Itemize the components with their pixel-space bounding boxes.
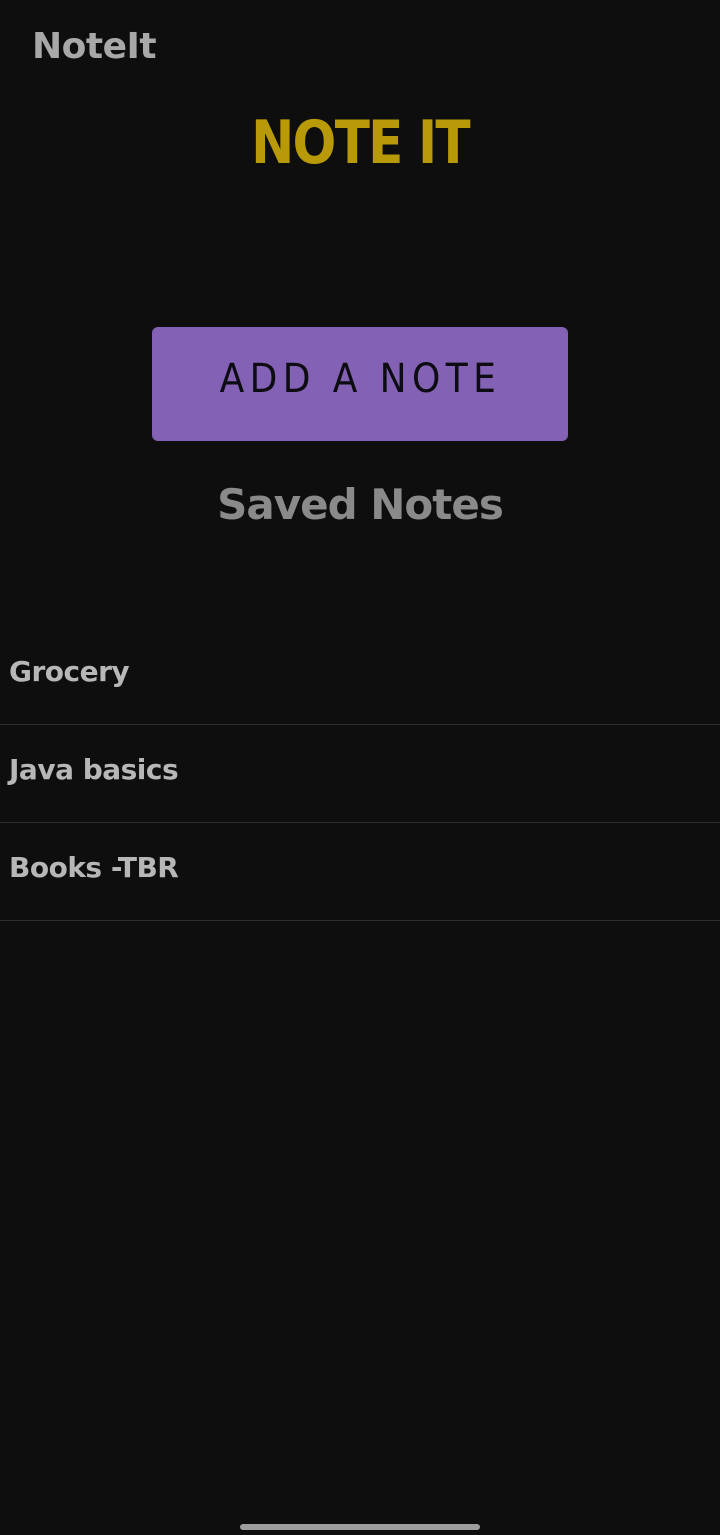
saved-notes-heading: Saved Notes (217, 480, 504, 529)
note-title: Books -TBR (9, 851, 179, 884)
note-list-item-books-tbr[interactable]: Books -TBR (0, 823, 720, 921)
note-list-item-java-basics[interactable]: Java basics (0, 725, 720, 823)
saved-notes-list: Grocery Java basics Books -TBR (0, 627, 720, 921)
note-title: Grocery (9, 655, 130, 688)
note-list-item-grocery[interactable]: Grocery (0, 627, 720, 725)
note-title: Java basics (9, 753, 179, 786)
hero-title: NOTE IT (251, 108, 471, 178)
add-note-button-label: ADD A NOTE (219, 356, 501, 402)
app-bar-title: NoteIt (32, 26, 157, 67)
home-indicator[interactable] (240, 1524, 480, 1530)
add-note-button[interactable]: ADD A NOTE (152, 327, 568, 441)
